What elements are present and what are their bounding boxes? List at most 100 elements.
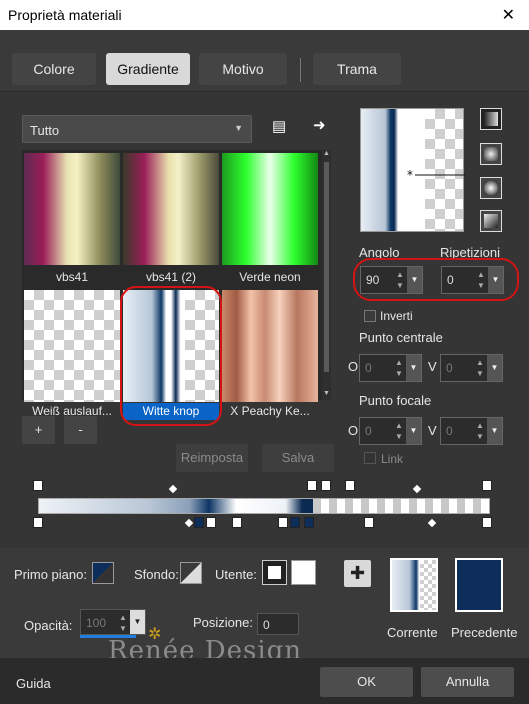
- gradient-name: X Peachy Ke...: [230, 404, 310, 418]
- sunburst-style-button[interactable]: [480, 177, 502, 199]
- tab-trama[interactable]: Trama: [313, 53, 401, 85]
- resource-menu-icon[interactable]: ▤: [272, 117, 286, 135]
- user-color-swatch[interactable]: [291, 560, 316, 585]
- center-v-label: V: [428, 359, 437, 374]
- color-stop[interactable]: [364, 517, 374, 528]
- invert-label: Inverti: [380, 309, 413, 323]
- color-stop-selected[interactable]: [33, 517, 43, 528]
- chevron-down-icon[interactable]: ▼: [130, 610, 145, 634]
- chevron-down-icon[interactable]: ▼: [406, 355, 421, 381]
- color-stop[interactable]: [194, 517, 204, 528]
- category-dropdown[interactable]: Tutto ▼: [22, 115, 252, 143]
- spinner-arrows-icon[interactable]: ▲ ▼: [474, 420, 486, 442]
- position-label: Posizione:: [193, 615, 253, 630]
- gradient-name: vbs41: [55, 270, 89, 284]
- position-field[interactable]: 0: [257, 613, 299, 635]
- color-stop[interactable]: [278, 517, 288, 528]
- chevron-down-icon[interactable]: ▼: [487, 418, 502, 444]
- foreground-swatch[interactable]: [92, 562, 114, 584]
- ok-button[interactable]: OK: [320, 667, 413, 697]
- transparency-checker: [420, 560, 436, 610]
- window-title: Proprietà materiali: [8, 7, 122, 23]
- library-scrollbar[interactable]: ▲ ▼: [322, 150, 331, 400]
- invert-checkbox[interactable]: [364, 310, 376, 322]
- spinner-arrows-icon[interactable]: ▲ ▼: [475, 269, 487, 291]
- link-label: Link: [381, 452, 404, 466]
- gradient-thumb[interactable]: vbs41: [24, 153, 120, 284]
- add-to-swatches-icon[interactable]: ✚: [344, 560, 371, 587]
- repeats-label: Ripetizioni: [440, 245, 500, 260]
- user-label: Utente:: [215, 567, 257, 582]
- rectangular-style-button[interactable]: [480, 143, 502, 165]
- gradient-bar[interactable]: [38, 498, 490, 514]
- help-link[interactable]: Guida: [16, 676, 51, 691]
- focal-v-value: 0: [446, 424, 453, 438]
- opacity-midpoint[interactable]: [412, 484, 422, 494]
- scroll-down-icon[interactable]: ▼: [323, 390, 330, 397]
- color-midpoint[interactable]: [427, 518, 437, 528]
- spinner-arrows-icon[interactable]: ▲ ▼: [394, 269, 406, 291]
- color-stop[interactable]: [304, 517, 314, 528]
- opacity-stop[interactable]: [482, 480, 492, 491]
- linear-style-button[interactable]: [480, 108, 502, 130]
- opacity-stop[interactable]: [33, 480, 43, 491]
- reset-button[interactable]: Reimposta: [176, 444, 248, 472]
- butterfly-icon: ✲: [148, 624, 163, 643]
- opacity-label: Opacità:: [24, 618, 73, 633]
- center-o-field[interactable]: 0 ▲ ▼ ▼: [359, 354, 422, 382]
- scroll-up-icon[interactable]: ▲: [323, 150, 330, 157]
- center-v-field[interactable]: 0 ▲ ▼ ▼: [440, 354, 503, 382]
- remove-gradient-button[interactable]: -: [64, 416, 97, 444]
- gradient-thumb[interactable]: Verde neon: [222, 153, 318, 284]
- chevron-down-icon[interactable]: ▼: [487, 355, 502, 381]
- tab-gradiente[interactable]: Gradiente: [106, 53, 190, 85]
- foreground-label: Primo piano:: [14, 567, 87, 582]
- opacity-field[interactable]: 100 ▲ ▼ ▼: [80, 609, 146, 635]
- user-color-toggle[interactable]: [262, 560, 287, 585]
- opacity-stop[interactable]: [321, 480, 331, 491]
- spinner-arrows-icon[interactable]: ▲ ▼: [393, 420, 405, 442]
- color-stop[interactable]: [206, 517, 216, 528]
- gradient-thumb[interactable]: Weiß auslauf...: [24, 290, 120, 418]
- link-checkbox[interactable]: [364, 452, 376, 464]
- focal-v-field[interactable]: 0 ▲ ▼ ▼: [440, 417, 503, 445]
- save-button[interactable]: Salva: [262, 444, 334, 472]
- previous-color-swatch[interactable]: [455, 558, 503, 612]
- color-stop[interactable]: [232, 517, 242, 528]
- cancel-button[interactable]: Annulla: [421, 667, 514, 697]
- add-gradient-button[interactable]: +: [22, 416, 55, 444]
- spinner-arrows-icon[interactable]: ▲ ▼: [393, 357, 405, 379]
- chevron-down-icon[interactable]: ▼: [406, 418, 421, 444]
- spinner-arrows-icon[interactable]: ▲ ▼: [474, 357, 486, 379]
- color-midpoint[interactable]: [184, 518, 194, 528]
- radial-style-button[interactable]: [480, 210, 502, 232]
- angle-field[interactable]: 90 ▲ ▼ ▼: [360, 266, 423, 294]
- current-gradient-swatch[interactable]: [390, 558, 438, 612]
- gradient-thumb-selected[interactable]: Witte knop: [123, 290, 219, 420]
- opacity-midpoint[interactable]: [168, 484, 178, 494]
- tab-motivo[interactable]: Motivo: [199, 53, 287, 85]
- chevron-down-icon[interactable]: ▼: [407, 267, 422, 293]
- arrow-right-icon[interactable]: ➜: [313, 116, 326, 134]
- spinner-arrows-icon[interactable]: ▲ ▼: [117, 612, 129, 634]
- close-icon[interactable]: ✕: [502, 5, 515, 25]
- gradient-swatch: [24, 290, 120, 402]
- gradient-swatch: [123, 153, 219, 265]
- opacity-stop[interactable]: [345, 480, 355, 491]
- chevron-down-icon[interactable]: ▼: [488, 267, 503, 293]
- gradient-stop-editor[interactable]: [22, 472, 500, 534]
- angle-label: Angolo: [359, 245, 400, 260]
- tab-colore[interactable]: Colore: [12, 53, 96, 85]
- gradient-preview[interactable]: *: [360, 108, 467, 232]
- gradient-thumb[interactable]: vbs41 (2): [123, 153, 219, 284]
- color-stop[interactable]: [482, 517, 492, 528]
- repeats-field[interactable]: 0 ▲ ▼ ▼: [441, 266, 504, 294]
- angle-handle-icon[interactable]: *: [407, 169, 467, 183]
- focal-o-field[interactable]: 0 ▲ ▼ ▼: [359, 417, 422, 445]
- gradient-name: vbs41 (2): [145, 270, 197, 284]
- gradient-thumb[interactable]: X Peachy Ke...: [222, 290, 318, 418]
- opacity-stop[interactable]: [307, 480, 317, 491]
- color-stop[interactable]: [290, 517, 300, 528]
- background-swatch[interactable]: [180, 562, 202, 584]
- scrollbar-thumb[interactable]: [324, 162, 329, 372]
